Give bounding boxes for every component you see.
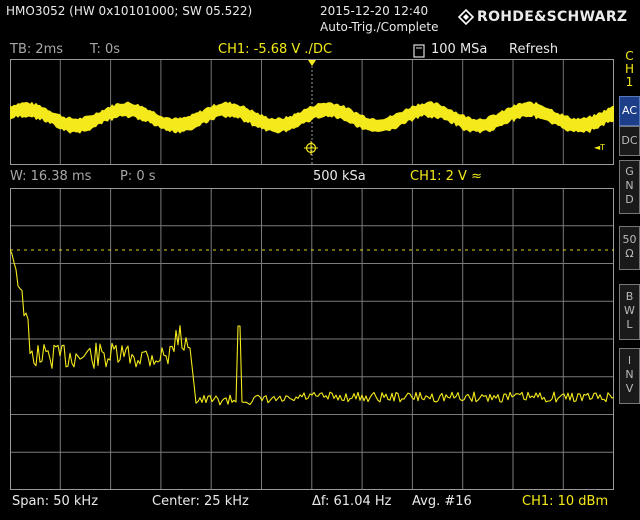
fft-span: Span: 50 kHz <box>12 494 99 509</box>
ch1-reference-level: CH1: 10 dBm <box>522 494 609 509</box>
time-offset: T: 0s <box>90 42 121 57</box>
invert-key[interactable]: I N V <box>619 348 640 404</box>
bandwidth-limit-key[interactable]: B W L <box>619 284 640 340</box>
side-channel-c: C <box>625 49 634 63</box>
fft-spectrum-panel[interactable]: 1 <box>10 188 614 490</box>
ch1-scale: CH1: 2 V ≈ <box>410 169 482 184</box>
datetime: 2015-12-20 12:40 <box>320 4 429 18</box>
ch1-trigger-level: CH1: -5.68 V ./DC <box>218 42 333 57</box>
side-channel-h: H <box>624 62 635 76</box>
fft-sample-rate: 500 kSa <box>313 169 366 184</box>
channel-side-menu: C H 1 AC DC G N D 50 Ω B W L I N V <box>619 44 640 520</box>
impedance-50-ohm-key[interactable]: 50 Ω <box>619 226 640 270</box>
timebase: TB: 2ms <box>10 42 64 57</box>
side-channel-1: 1 <box>625 75 634 89</box>
fft-average: Avg. #16 <box>412 494 472 509</box>
coupling-gnd-key[interactable]: G N D <box>619 160 640 214</box>
coupling-ac-key[interactable]: AC <box>619 96 640 126</box>
device-info: HMO3052 (HW 0x10101000; SW 05.522) <box>6 4 253 18</box>
fft-delta-f: Δf: 61.04 Hz <box>312 494 392 509</box>
zoom-position: P: 0 s <box>120 169 156 184</box>
brand-logo-icon <box>457 8 475 26</box>
sample-rate: 100 MSa <box>431 42 488 57</box>
zoom-window: W: 16.38 ms <box>10 169 92 184</box>
trigger-status: Auto-Trig./Complete <box>320 20 439 34</box>
memory-icon <box>413 43 425 58</box>
acq-mode: Refresh <box>509 42 559 57</box>
overview-waveform-panel[interactable]: T ◄ <box>10 59 614 165</box>
coupling-dc-key[interactable]: DC <box>619 126 640 156</box>
fft-center: Center: 25 kHz <box>152 494 249 509</box>
overview-arrow-icon: ◄ <box>594 143 601 152</box>
brand-name: ROHDE&SCHWARZ <box>477 9 628 25</box>
